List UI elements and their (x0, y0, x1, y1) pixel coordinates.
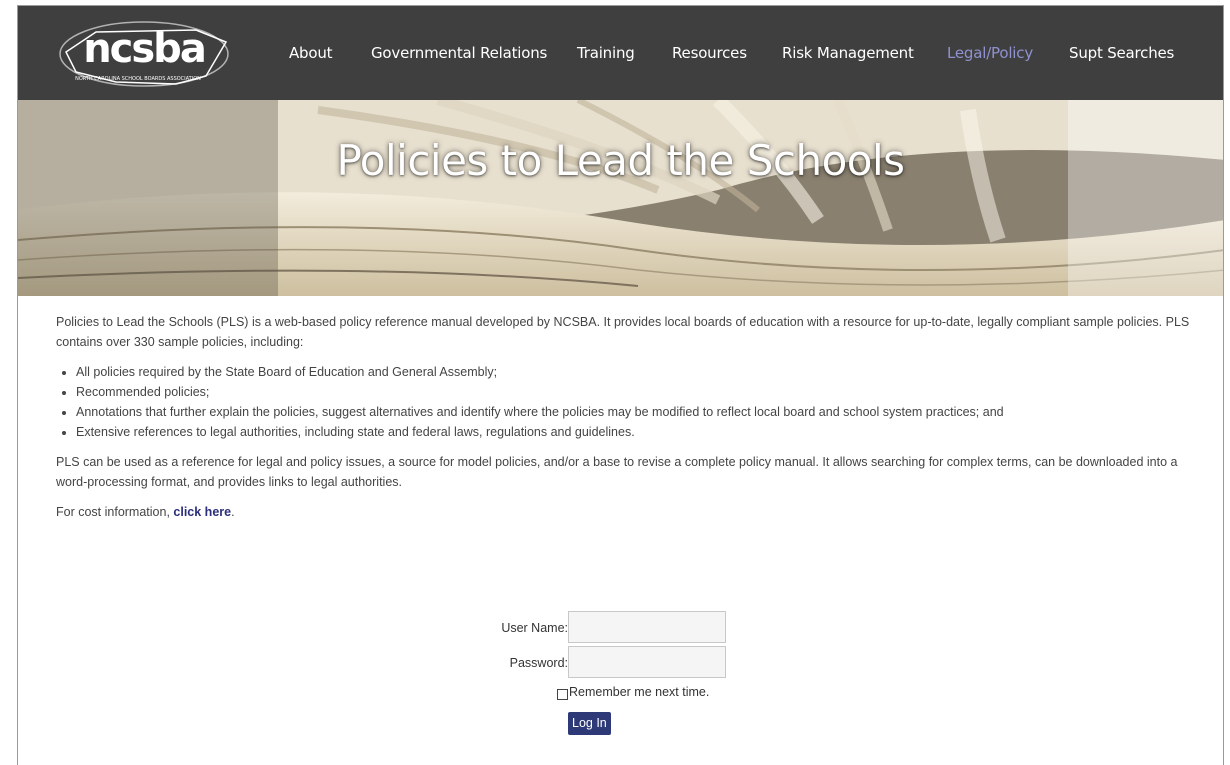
nav-governmental-relations[interactable]: Governmental Relations (371, 44, 547, 62)
cost-link[interactable]: click here (173, 505, 231, 519)
password-field[interactable] (568, 646, 726, 678)
nav-legal-policy[interactable]: Legal/Policy (947, 44, 1033, 62)
list-item: All policies required by the State Board… (76, 362, 1196, 382)
open-book-image (18, 100, 1223, 296)
username-field[interactable] (568, 611, 726, 643)
intro-paragraph: Policies to Lead the Schools (PLS) is a … (56, 315, 1190, 349)
cost-paragraph: For cost information, click here. (56, 502, 1196, 522)
list-item: Recommended policies; (76, 382, 1196, 402)
main-content: Policies to Lead the Schools (PLS) is a … (56, 312, 1196, 532)
nav-risk-management[interactable]: Risk Management (782, 44, 914, 62)
feature-list: All policies required by the State Board… (56, 362, 1196, 442)
ncsba-logo[interactable]: ncsba NORTH CAROLINA SCHOOL BOARDS ASSOC… (56, 18, 232, 90)
svg-text:NORTH CAROLINA SCHOOL BOARDS A: NORTH CAROLINA SCHOOL BOARDS ASSOCIATION (75, 76, 201, 82)
nav-resources[interactable]: Resources (672, 44, 747, 62)
remember-label[interactable]: Remember me next time. (569, 685, 709, 699)
list-item: Annotations that further explain the pol… (76, 402, 1196, 422)
nav-supt-searches[interactable]: Supt Searches (1069, 44, 1174, 62)
svg-text:ncsba: ncsba (83, 26, 205, 72)
nav-training[interactable]: Training (577, 44, 635, 62)
hero-title: Policies to Lead the Schools (336, 136, 905, 185)
login-button[interactable]: Log In (568, 712, 611, 735)
remember-checkbox[interactable] (557, 689, 568, 700)
usage-paragraph: PLS can be used as a reference for legal… (56, 455, 1178, 489)
username-label: User Name: (501, 621, 568, 635)
password-label: Password: (509, 656, 568, 670)
hero-banner: Policies to Lead the Schools (18, 100, 1223, 296)
page-frame: ncsba NORTH CAROLINA SCHOOL BOARDS ASSOC… (17, 5, 1224, 765)
top-navigation: ncsba NORTH CAROLINA SCHOOL BOARDS ASSOC… (18, 6, 1223, 100)
nav-about[interactable]: About (289, 44, 333, 62)
cost-suffix: . (231, 505, 235, 519)
cost-prefix: For cost information, (56, 505, 174, 519)
list-item: Extensive references to legal authoritie… (76, 422, 1196, 442)
